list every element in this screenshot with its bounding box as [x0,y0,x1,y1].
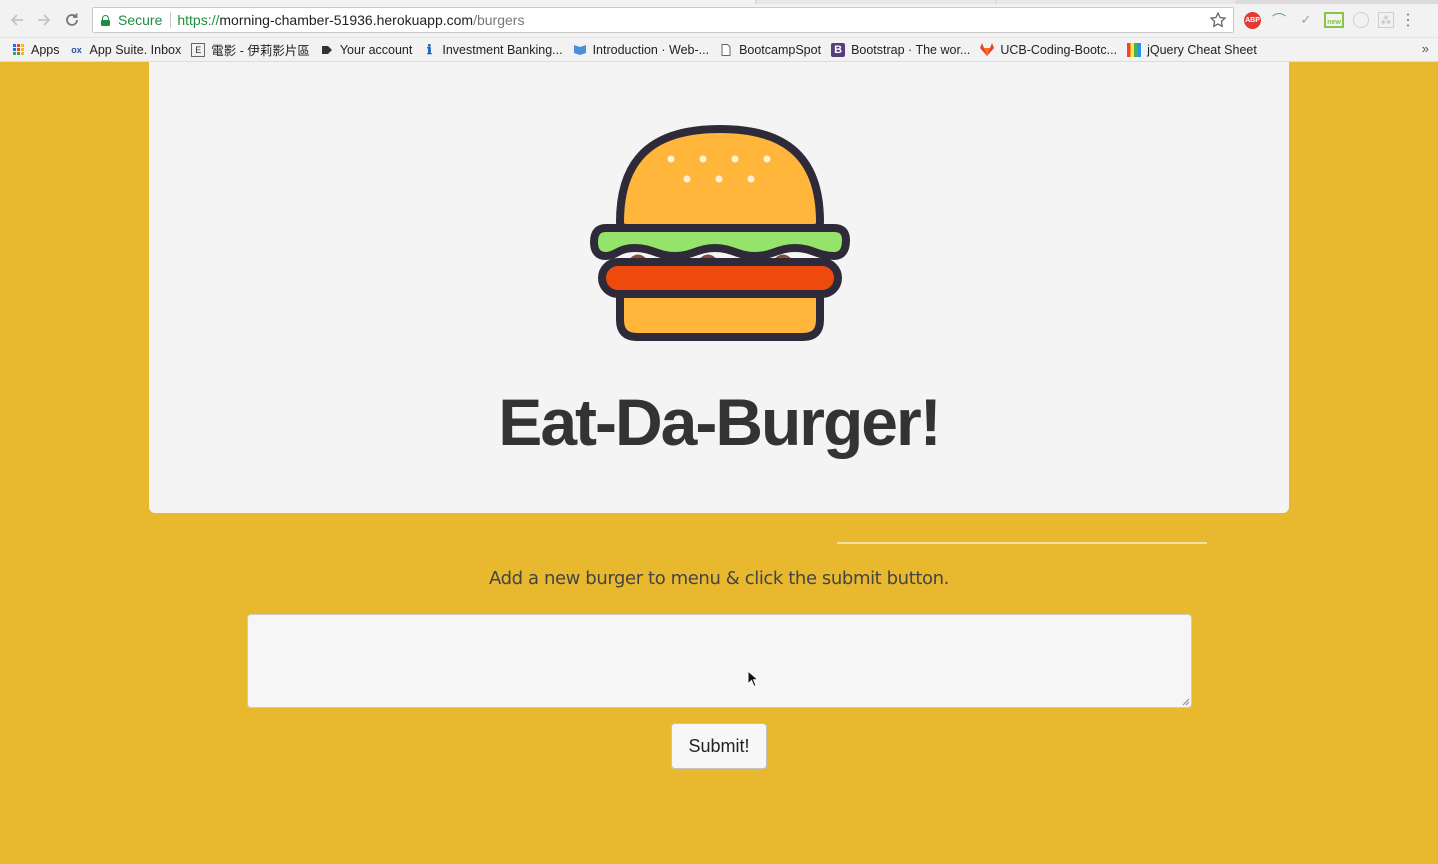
tab-active[interactable] [0,0,755,4]
browser-toolbar: Secure https://morning-chamber-51936.her… [0,0,1438,38]
arrow-left-icon [10,14,23,26]
secure-label: Secure [118,12,163,28]
bookmark-label: Your account [339,42,413,57]
omnibox-separator [170,12,172,28]
lock-icon [101,14,110,26]
url-text[interactable]: https://morning-chamber-51936.herokuapp.… [177,12,524,28]
reload-icon [66,13,78,26]
bookmark-bootcampspot[interactable]: BootcampSpot [719,43,821,57]
tab-strip [0,0,1438,4]
bookmark-label: Investment Banking... [442,42,563,57]
arrow-right-icon [38,14,51,26]
reload-button[interactable] [62,10,82,30]
grid-extension-icon[interactable]: ⁂ [1378,12,1394,28]
instructions-text: Add a new burger to menu & click the sub… [489,568,949,589]
burger-logo-icon [590,124,850,341]
bookmark-label: Bootstrap · The wor... [851,42,971,57]
bookmark-bootstrap[interactable]: B Bootstrap · The wor... [831,42,971,57]
bookmarks-overflow-icon[interactable]: » [1422,41,1429,56]
bookmark-apps[interactable]: Apps [11,43,60,57]
page-icon [719,43,733,57]
bookmark-app-suite-inbox[interactable]: ox App Suite. Inbox [70,42,182,57]
eyny-icon: E [191,42,206,57]
bookmark-label: BootcampSpot [739,42,822,57]
jquery-icon [1127,42,1142,57]
rainbow-extension-icon[interactable]: ⌒ [1270,11,1288,29]
book-icon [573,43,587,57]
url-host: morning-chamber-51936.herokuapp.com [219,12,474,28]
bookmark-label: Introduction · Web-... [592,42,710,57]
ox-icon: ox [71,44,82,55]
forward-button[interactable] [34,10,54,30]
bootstrap-icon: B [831,42,846,57]
circle-extension-icon[interactable] [1353,12,1369,28]
bookmark-introduction-web[interactable]: Introduction · Web-... [573,42,710,57]
burger-name-input[interactable] [247,614,1192,708]
divider [837,542,1207,544]
address-bar[interactable]: Secure https://morning-chamber-51936.her… [92,7,1234,33]
bookmark-label: UCB-Coding-Bootc... [1000,42,1118,57]
extension-icons: ABP ⌒ ✓ new ⁂ ⋮ [1244,9,1416,31]
apps-grid-icon [11,43,25,57]
bookmark-label: Apps [31,42,60,57]
tab-2[interactable] [757,0,995,4]
new-extension-icon[interactable]: new [1324,12,1344,28]
bookmark-ucb-coding-bootcamp[interactable]: UCB-Coding-Bootc... [980,43,1117,57]
page-title: Eat-Da-Burger! [498,385,941,459]
bookmark-label: 電影 - 伊莉影片區 [211,44,310,58]
submit-button[interactable]: Submit! [671,723,767,769]
adblock-icon[interactable]: ABP [1244,11,1261,29]
tag-icon [320,43,334,57]
bookmark-star-icon[interactable] [1209,11,1227,29]
bookmarks-bar: Apps ox App Suite. Inbox E 電影 - 伊莉影片區 Yo… [0,38,1438,62]
back-button[interactable] [7,10,27,30]
chrome-menu-icon[interactable]: ⋮ [1400,11,1416,29]
tab-3[interactable] [997,0,1235,4]
bookmark-investment-banking[interactable]: ℹ Investment Banking... [422,41,563,57]
bookmark-your-account[interactable]: Your account [320,42,413,57]
bookmark-eyny[interactable]: E 電影 - 伊莉影片區 [191,40,310,59]
bookmark-label: jQuery Cheat Sheet [1147,42,1257,57]
bookmark-jquery-cheat-sheet[interactable]: jQuery Cheat Sheet [1127,42,1257,57]
bookmark-label: App Suite. Inbox [89,42,182,57]
check-extension-icon[interactable]: ✓ [1297,11,1315,29]
mouse-cursor-icon [747,670,759,688]
resize-handle-icon[interactable] [1181,697,1190,706]
url-scheme: https:// [177,12,220,28]
url-path: /burgers [473,12,525,28]
info-icon: ℹ [426,41,432,57]
gitlab-icon [980,43,995,57]
